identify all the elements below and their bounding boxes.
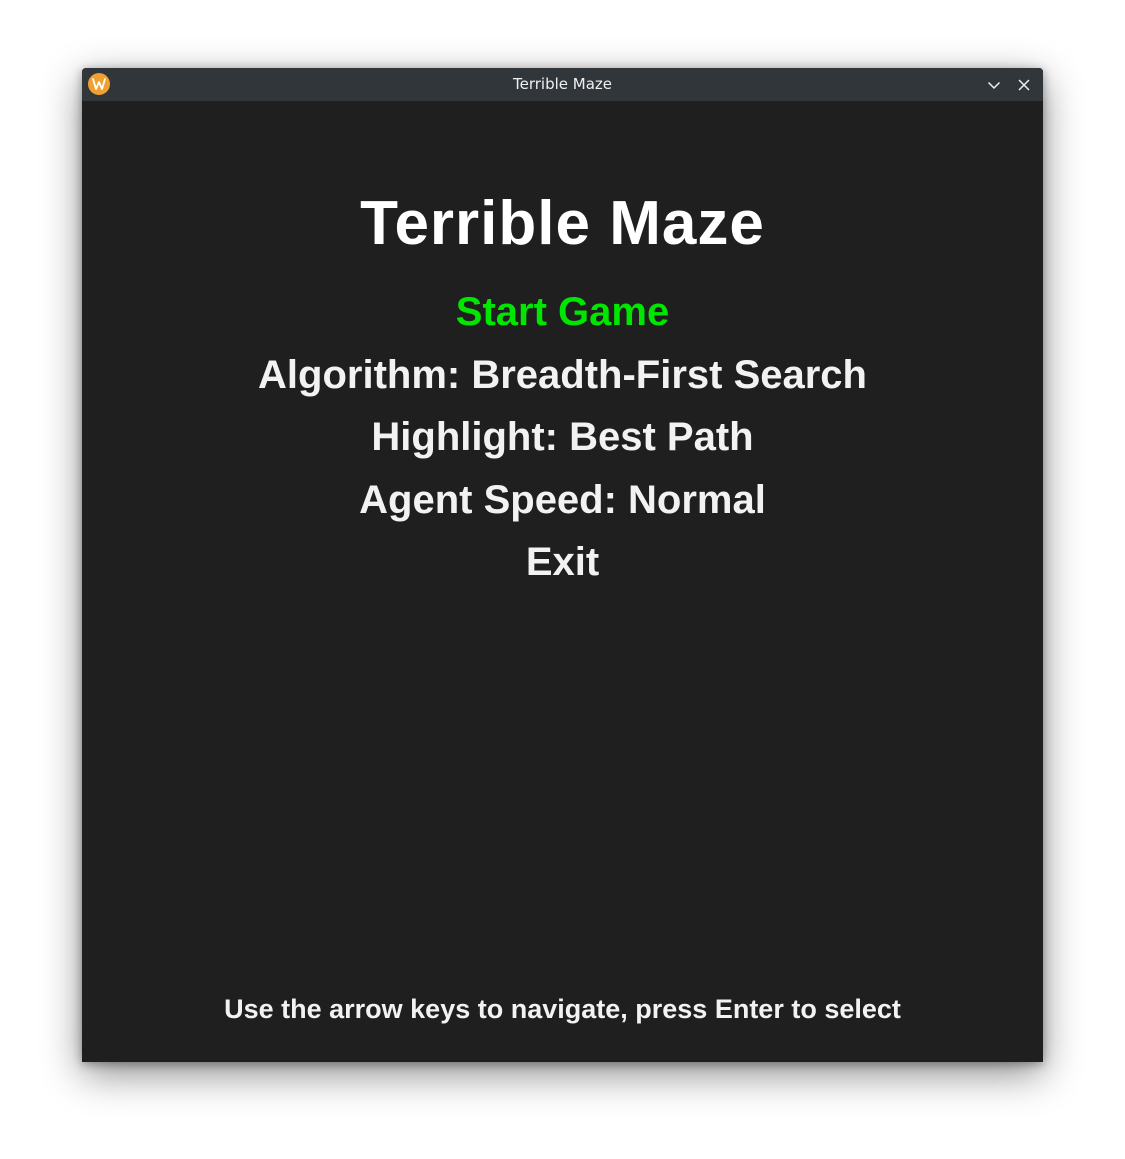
game-title: Terrible Maze (360, 189, 765, 258)
minimize-button[interactable] (983, 74, 1005, 96)
game-canvas[interactable]: Terrible Maze Start Game Algorithm: Brea… (82, 101, 1043, 1062)
menu-item-exit[interactable]: Exit (82, 531, 1043, 594)
menu-item-start-game[interactable]: Start Game (82, 281, 1043, 344)
navigation-hint: Use the arrow keys to navigate, press En… (224, 994, 901, 1024)
game-window: Terrible Maze Terrible Maze Start Game A… (82, 68, 1043, 1062)
main-menu: Start Game Algorithm: Breadth-First Sear… (82, 281, 1043, 594)
window-titlebar[interactable]: Terrible Maze (82, 68, 1043, 101)
close-button[interactable] (1013, 74, 1035, 96)
chevron-down-icon (987, 81, 1001, 90)
menu-item-algorithm[interactable]: Algorithm: Breadth-First Search (82, 344, 1043, 407)
menu-item-agent-speed[interactable]: Agent Speed: Normal (82, 469, 1043, 532)
menu-item-highlight[interactable]: Highlight: Best Path (82, 406, 1043, 469)
close-icon (1018, 79, 1030, 91)
window-title: Terrible Maze (512, 75, 612, 93)
